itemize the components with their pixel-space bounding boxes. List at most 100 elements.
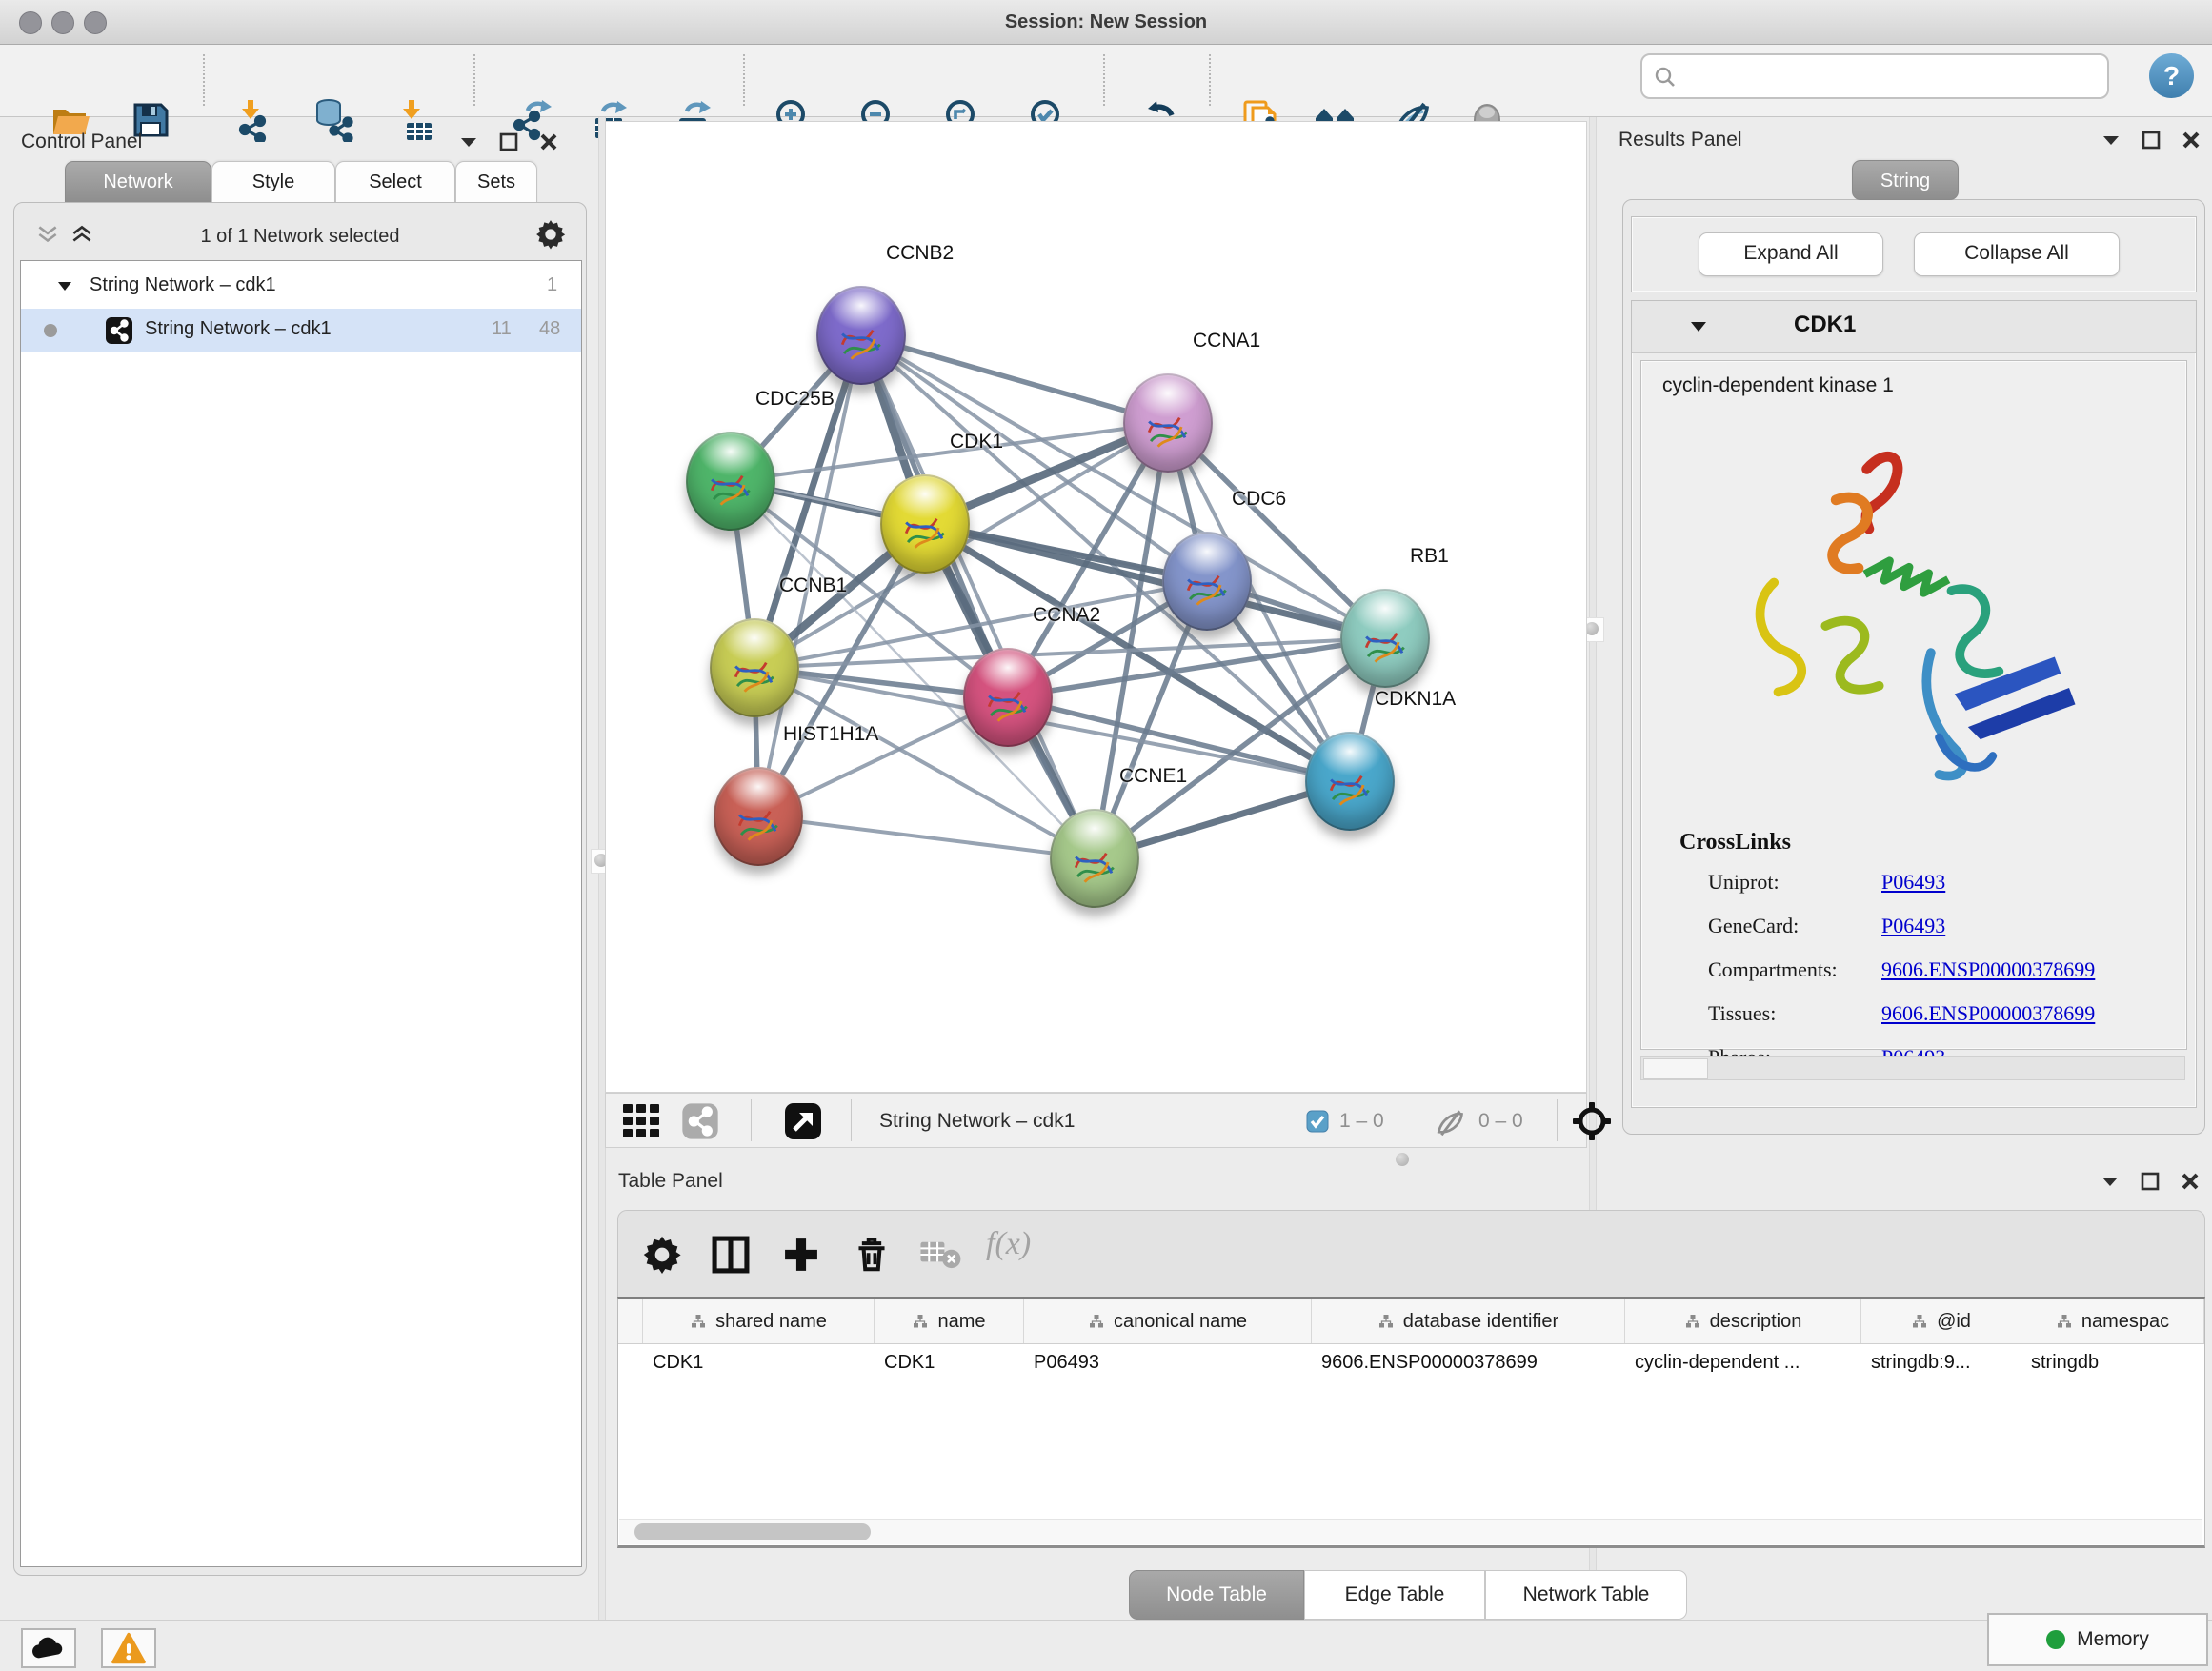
protein-ribbon-thumb	[725, 790, 792, 853]
column-header-description[interactable]: description	[1625, 1299, 1861, 1343]
gene-section-header[interactable]: CDK1	[1632, 301, 2196, 353]
network-node-CCNE1[interactable]	[1050, 809, 1139, 908]
table-settings-gear-icon[interactable]	[641, 1234, 683, 1276]
panel-float-icon[interactable]	[2142, 131, 2161, 150]
network-edge[interactable]	[758, 816, 1095, 858]
search-box[interactable]	[1640, 53, 2109, 99]
node-label-RB1: RB1	[1410, 545, 1449, 568]
collapse-all-button[interactable]: Collapse All	[1914, 232, 2120, 276]
table-cell[interactable]: 9606.ENSP00000378699	[1312, 1343, 1625, 1385]
table-cell[interactable]: cyclin-dependent ...	[1625, 1343, 1861, 1385]
table-cell[interactable]: CDK1	[643, 1343, 875, 1385]
tab-style[interactable]: Style	[211, 161, 335, 203]
network-node-RB1[interactable]	[1340, 589, 1430, 688]
gene-detail-box: cyclin-dependent kinase 1 CrossLinks Uni…	[1640, 360, 2187, 1050]
tab-select[interactable]: Select	[335, 161, 455, 203]
panel-close-icon[interactable]	[2182, 131, 2201, 150]
column-header-database-identifier[interactable]: database identifier	[1312, 1299, 1625, 1343]
table-hscroll-thumb[interactable]	[634, 1523, 871, 1540]
protein-ribbon-thumb	[828, 309, 895, 372]
network-row-selected[interactable]: String Network – cdk1 11 48	[21, 309, 581, 352]
share-view-gray-icon[interactable]	[681, 1102, 719, 1140]
expand-all-button[interactable]: Expand All	[1699, 232, 1883, 276]
help-button[interactable]: ?	[2149, 53, 2194, 98]
delete-column-icon[interactable]	[851, 1234, 893, 1276]
network-node-CDC6[interactable]	[1162, 532, 1252, 631]
column-header-name[interactable]: name	[875, 1299, 1024, 1343]
protein-ribbon-thumb	[1352, 612, 1418, 674]
protein-ribbon-thumb	[1061, 832, 1128, 895]
crosslink-link[interactable]: P06493	[1881, 870, 1945, 894]
crosslink-value: 9606.ENSP00000378699	[1881, 957, 2095, 982]
column-header--id[interactable]: @id	[1861, 1299, 2021, 1343]
grid-view-icon[interactable]	[622, 1102, 662, 1140]
panel-menu-icon[interactable]	[459, 135, 478, 149]
panel-menu-icon[interactable]	[2101, 1175, 2120, 1188]
selected-checkbox-icon[interactable]	[1306, 1110, 1329, 1133]
network-node-CCNB2[interactable]	[816, 286, 906, 385]
crosslink-link[interactable]: 9606.ENSP00000378699	[1881, 1001, 2095, 1025]
network-node-CDKN1A[interactable]	[1305, 732, 1395, 831]
column-header-namespac[interactable]: namespac	[2021, 1299, 2204, 1343]
network-edge[interactable]	[861, 335, 1095, 858]
network-node-CCNA1[interactable]	[1123, 373, 1213, 473]
show-columns-icon[interactable]	[710, 1234, 752, 1276]
panel-close-icon[interactable]	[539, 132, 558, 151]
table-cell[interactable]: P06493	[1024, 1343, 1312, 1385]
column-type-icon	[1377, 1314, 1395, 1329]
table-panel-buttons	[2101, 1172, 2200, 1191]
birds-eye-toggle-icon[interactable]	[784, 1102, 822, 1140]
tab-network[interactable]: Network	[65, 161, 211, 203]
node-label-CCNB2: CCNB2	[886, 242, 954, 265]
tab-network-table[interactable]: Network Table	[1485, 1570, 1687, 1620]
node-label-CDK1: CDK1	[950, 431, 1003, 453]
crosslink-link[interactable]: 9606.ENSP00000378699	[1881, 957, 2095, 981]
node-label-CCNA2: CCNA2	[1033, 604, 1100, 627]
tab-edge-table[interactable]: Edge Table	[1304, 1570, 1485, 1620]
panel-float-icon[interactable]	[2141, 1172, 2160, 1191]
crosslink-value: P06493	[1881, 914, 1945, 938]
statusbar-divider	[851, 1099, 852, 1141]
column-header-shared-name[interactable]: shared name	[643, 1299, 875, 1343]
network-node-CDK1[interactable]	[880, 474, 970, 574]
network-node-CCNA2[interactable]	[963, 648, 1053, 747]
tree-expander-icon[interactable]	[57, 280, 72, 292]
results-hscroll-thumb[interactable]	[1643, 1058, 1708, 1079]
main-toolbar: ?	[0, 45, 2212, 117]
crosslink-link[interactable]: P06493	[1881, 914, 1945, 937]
memory-button[interactable]: Memory	[1987, 1613, 2208, 1666]
network-edge-count: 48	[539, 318, 560, 340]
table-cell[interactable]: stringdb:9...	[1861, 1343, 2021, 1385]
table-toolbar: f(x)	[617, 1210, 2205, 1298]
column-header-canonical-name[interactable]: canonical name	[1024, 1299, 1312, 1343]
tab-node-table[interactable]: Node Table	[1129, 1570, 1304, 1620]
section-collapse-icon[interactable]	[1689, 320, 1708, 333]
table-row[interactable]: CDK1CDK1P064939606.ENSP00000378699cyclin…	[618, 1343, 2204, 1385]
panel-float-icon[interactable]	[499, 132, 518, 151]
table-hscrollbar[interactable]	[619, 1519, 2202, 1544]
results-hscrollbar[interactable]	[1640, 1056, 2185, 1080]
node-label-CCNA1: CCNA1	[1193, 330, 1260, 352]
app-status-bar: Memory	[0, 1620, 2212, 1671]
network-node-CCNB1[interactable]	[710, 618, 799, 717]
network-collection-row[interactable]: String Network – cdk1 1	[21, 265, 581, 309]
results-panel-title: Results Panel	[1619, 129, 1742, 151]
network-options-gear-icon[interactable]	[534, 218, 567, 251]
node-table[interactable]: shared namenamecanonical namedatabase id…	[617, 1297, 2205, 1548]
panel-menu-icon[interactable]	[2101, 133, 2121, 147]
network-node-HIST1H1A[interactable]	[714, 767, 803, 866]
column-type-icon	[1088, 1314, 1105, 1329]
network-canvas[interactable]: CCNB2CCNA1CDC25BCDK1CDC6RB1CCNB1CCNA2CDK…	[605, 121, 1587, 1093]
panel-close-icon[interactable]	[2181, 1172, 2200, 1191]
add-column-icon[interactable]	[780, 1234, 822, 1276]
search-input[interactable]	[1688, 59, 2101, 93]
network-node-CDC25B[interactable]	[686, 432, 775, 531]
warnings-button[interactable]	[101, 1628, 156, 1668]
tab-sets[interactable]: Sets	[455, 161, 537, 203]
column-type-icon	[912, 1314, 929, 1329]
cloud-status-button[interactable]	[21, 1628, 76, 1668]
statusbar-divider	[1557, 1099, 1558, 1141]
table-cell[interactable]: CDK1	[875, 1343, 1024, 1385]
table-cell[interactable]: stringdb	[2021, 1343, 2204, 1385]
tab-string[interactable]: String	[1852, 160, 1959, 200]
